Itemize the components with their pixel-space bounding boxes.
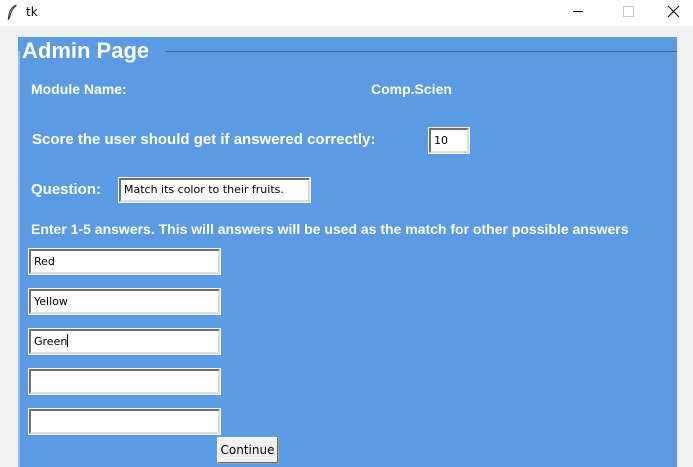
- answer-input-5[interactable]: [28, 408, 221, 435]
- answer-input-4[interactable]: [28, 368, 221, 395]
- continue-button[interactable]: Continue: [217, 437, 278, 463]
- frame-border-left: [18, 51, 20, 467]
- answer-3-text: Green: [34, 335, 68, 348]
- score-label: Score the user should get if answered co…: [32, 131, 376, 148]
- text-cursor: [67, 334, 69, 347]
- close-icon[interactable]: [650, 0, 693, 24]
- module-name-label: Module Name:: [31, 81, 127, 97]
- answer-input-2[interactable]: Yellow: [28, 288, 221, 315]
- maximize-button[interactable]: [605, 0, 651, 24]
- score-input[interactable]: 10: [428, 127, 470, 154]
- feather-icon: [7, 4, 17, 20]
- answer-input-1[interactable]: Red: [28, 248, 221, 275]
- module-name-value: Comp.Scien: [371, 81, 452, 97]
- frame-title: Admin Page: [22, 38, 150, 63]
- title-bar: tk: [0, 0, 693, 26]
- question-input[interactable]: Match its color to their fruits.: [118, 177, 311, 203]
- minimize-button[interactable]: [555, 0, 601, 24]
- answer-1-text: Red: [34, 255, 55, 268]
- window-title: tk: [26, 5, 38, 19]
- question-label: Question:: [31, 181, 101, 198]
- answers-instruction: Enter 1-5 answers. This will answers wil…: [31, 221, 629, 237]
- answer-2-text: Yellow: [34, 295, 68, 308]
- frame-border-top: [166, 51, 677, 52]
- answer-input-3[interactable]: Green: [28, 328, 221, 355]
